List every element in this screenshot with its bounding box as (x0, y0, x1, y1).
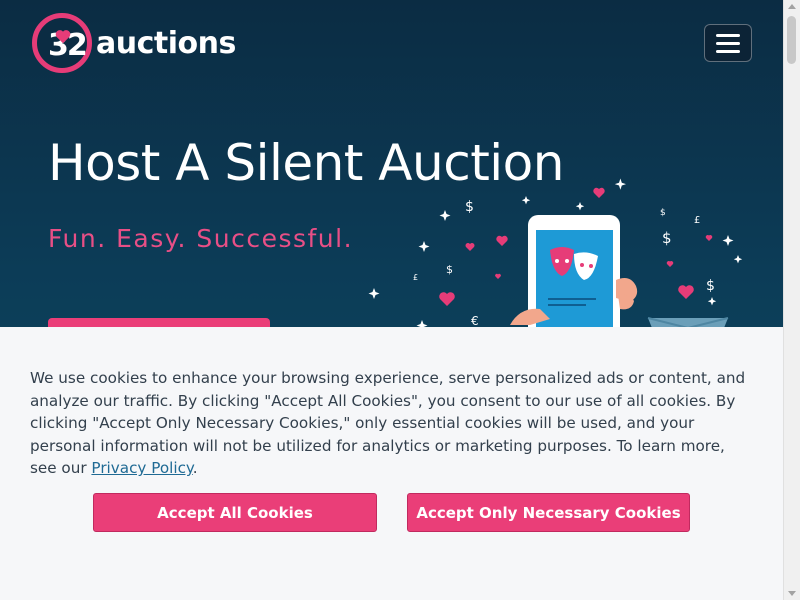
logo-wordmark: auctions (96, 25, 236, 61)
scroll-up-arrow-icon[interactable] (788, 4, 796, 9)
svg-text:$: $ (446, 263, 453, 276)
site-logo[interactable]: 32 auctions (32, 12, 236, 74)
logo-badge: 32 (32, 13, 92, 73)
cookie-consent-banner: We use cookies to enhance your browsing … (0, 327, 783, 600)
svg-text:$: $ (706, 278, 715, 294)
svg-text:€: € (471, 314, 479, 328)
svg-text:$: $ (465, 199, 474, 215)
accept-necessary-cookies-button[interactable]: Accept Only Necessary Cookies (407, 493, 690, 532)
svg-text:£: £ (413, 273, 418, 282)
heart-icon (55, 30, 71, 44)
svg-text:£: £ (694, 215, 700, 226)
phone-illustration: $ $ $ $ £ £ $ € (368, 178, 743, 335)
cookie-message: We use cookies to enhance your browsing … (30, 369, 746, 477)
page-scrollbar[interactable] (783, 0, 800, 600)
menu-button[interactable] (704, 24, 752, 62)
scroll-down-arrow-icon[interactable] (788, 591, 796, 596)
accept-all-cookies-button[interactable]: Accept All Cookies (93, 493, 377, 532)
svg-text:$: $ (662, 229, 672, 247)
svg-text:$: $ (660, 208, 666, 218)
hamburger-icon (716, 33, 740, 37)
scroll-thumb[interactable] (787, 16, 796, 64)
privacy-policy-link[interactable]: Privacy Policy (91, 459, 192, 477)
hero-subtitle: Fun. Easy. Successful. (48, 224, 354, 253)
